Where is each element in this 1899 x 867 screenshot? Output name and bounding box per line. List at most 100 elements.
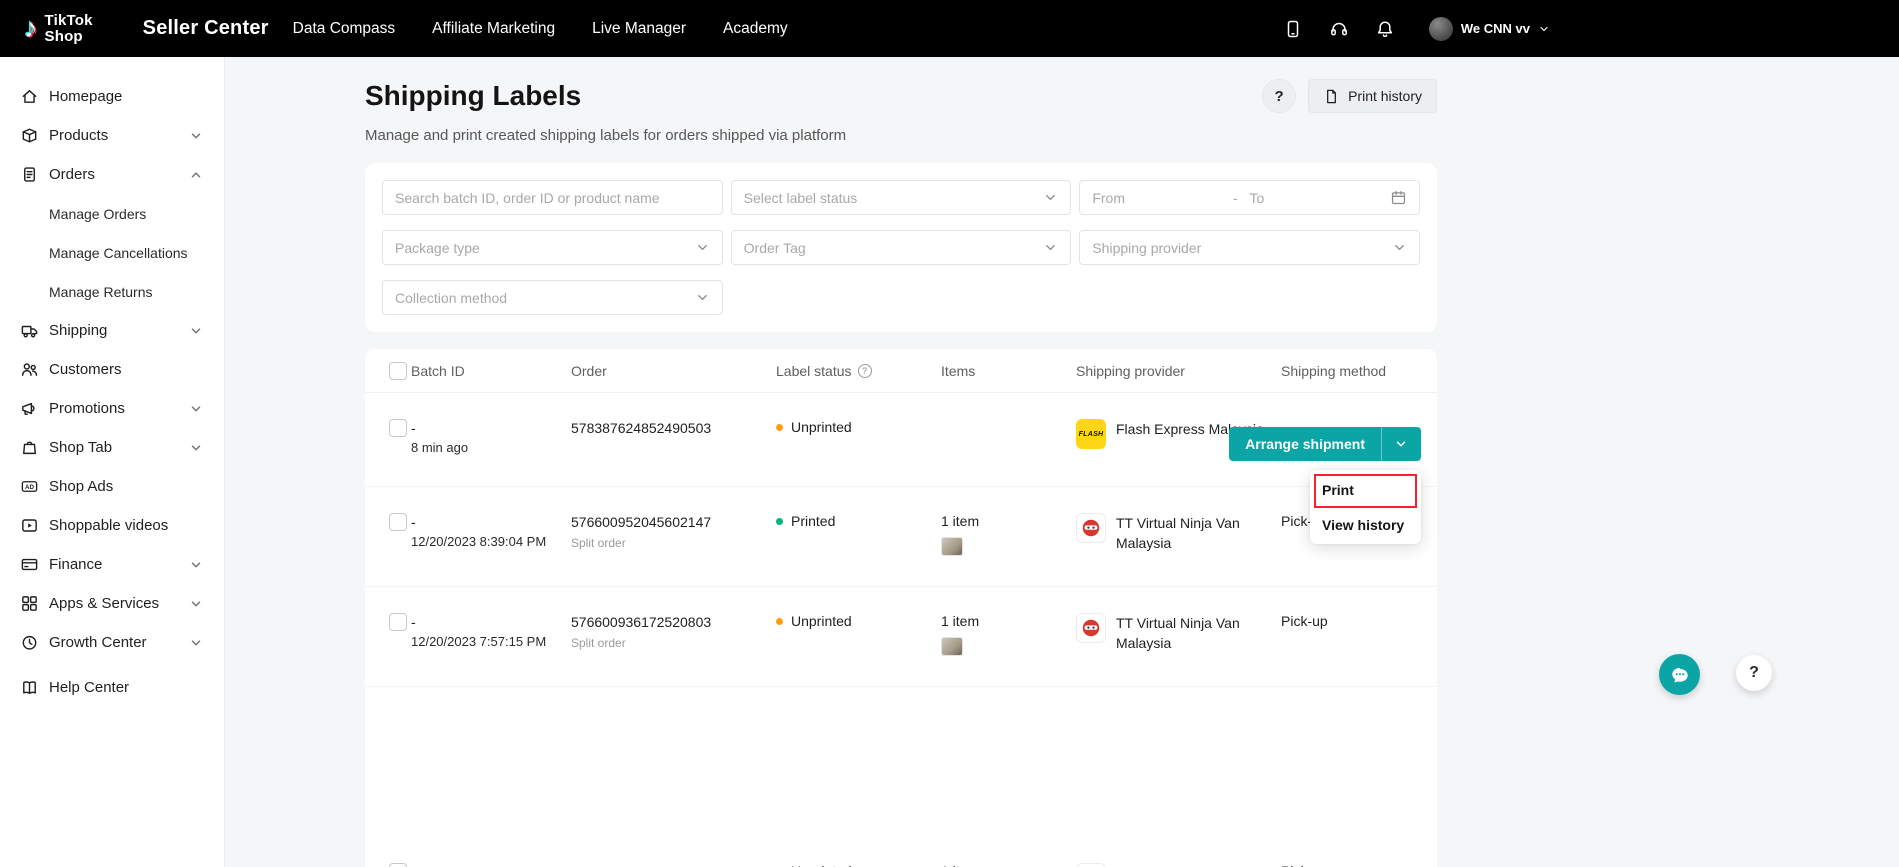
user-menu[interactable]: We CNN vv — [1429, 17, 1550, 41]
help-button[interactable]: ? — [1736, 655, 1772, 691]
product-thumbnail — [941, 637, 963, 656]
sidebar-item-shipping[interactable]: Shipping — [0, 311, 224, 350]
collection-method-placeholder: Collection method — [395, 290, 507, 306]
sidebar-item-shoppable-videos[interactable]: Shoppable videos — [0, 506, 224, 545]
package-type-select[interactable]: Package type — [382, 230, 723, 265]
menu-item-view-history[interactable]: View history — [1310, 507, 1421, 542]
batch-time: 8 min ago — [411, 439, 561, 457]
action-dropdown-menu: Print View history — [1310, 470, 1421, 544]
column-header-shipping-method: Shipping method — [1281, 363, 1413, 379]
svg-text:AD: AD — [25, 484, 34, 491]
status-text: Unprinted — [791, 419, 852, 435]
search-input[interactable] — [382, 180, 723, 215]
page-header: Shipping Labels ? Print history — [365, 79, 1437, 113]
select-all-checkbox[interactable] — [389, 362, 407, 380]
topbar-right: We CNN vv — [1283, 0, 1550, 57]
provider-name: TT Virtual Ninja Van Malaysia — [1116, 613, 1266, 653]
arrange-shipment-button[interactable]: Arrange shipment — [1229, 427, 1381, 461]
order-id: 578387624852490503 — [571, 419, 776, 437]
chevron-up-icon — [188, 167, 204, 183]
table-row-spacer — [365, 687, 1437, 837]
chevron-down-icon — [188, 557, 204, 573]
tiktok-shop-logo[interactable]: ♪ TikTok Shop — [24, 13, 93, 45]
chevron-down-icon — [188, 635, 204, 651]
shipping-labels-table: Batch ID Order Label status ? Items Ship… — [365, 349, 1437, 867]
ninja-van-logo — [1076, 613, 1106, 643]
credit-card-icon — [20, 555, 39, 574]
sidebar-item-finance[interactable]: Finance — [0, 545, 224, 584]
mobile-app-icon[interactable] — [1283, 19, 1303, 39]
notification-bell-icon[interactable] — [1375, 19, 1395, 39]
nav-item-data-compass[interactable]: Data Compass — [293, 20, 396, 38]
chevron-down-icon — [188, 323, 204, 339]
row-checkbox[interactable] — [389, 419, 407, 437]
sidebar-item-growth-center[interactable]: Growth Center — [0, 623, 224, 662]
order-cell: 578387624852490503 — [571, 419, 776, 437]
sidebar-item-customers[interactable]: Customers — [0, 350, 224, 389]
items-cell: 1 item — [941, 513, 1076, 556]
batch-time: 12/20/2023 7:57:15 PM — [411, 633, 561, 651]
sidebar-item-label: Apps & Services — [49, 595, 159, 612]
sidebar-item-shop-tab[interactable]: Shop Tab — [0, 428, 224, 467]
status-dot — [776, 518, 783, 525]
sidebar-item-apps-services[interactable]: Apps & Services — [0, 584, 224, 623]
sidebar-item-label: Shop Ads — [49, 478, 113, 495]
status-text: Printed — [791, 513, 835, 529]
sidebar-item-label: Orders — [49, 166, 95, 183]
sidebar-item-promotions[interactable]: Promotions — [0, 389, 224, 428]
status-cell: Unprinted — [776, 863, 941, 867]
sidebar-item-manage-cancellations[interactable]: Manage Cancellations — [0, 233, 224, 272]
print-history-button[interactable]: Print history — [1308, 79, 1437, 113]
sidebar-item-homepage[interactable]: Homepage — [0, 77, 224, 116]
column-header-items: Items — [941, 363, 1076, 379]
sidebar-item-label: Finance — [49, 556, 102, 573]
sidebar-item-label: Growth Center — [49, 634, 147, 651]
sidebar-item-label: Help Center — [49, 679, 129, 696]
label-status-select[interactable]: Select label status — [731, 180, 1072, 215]
product-thumbnail — [941, 537, 963, 556]
flash-logo-text: FLASH — [1079, 431, 1104, 438]
status-text: Unprinted — [791, 613, 852, 629]
provider-cell: TT Virtual Ninja Van Malaysia — [1076, 613, 1281, 653]
tiktok-shop-logo-text: TikTok Shop — [45, 13, 93, 45]
nav-item-live-manager[interactable]: Live Manager — [592, 20, 686, 38]
sidebar-item-products[interactable]: Products — [0, 116, 224, 155]
items-cell: 1 item — [941, 613, 1076, 656]
page-help-button[interactable]: ? — [1262, 79, 1296, 113]
print-history-label: Print history — [1348, 88, 1422, 104]
shipping-provider-select[interactable]: Shipping provider — [1079, 230, 1420, 265]
ad-badge-icon: AD — [20, 477, 39, 496]
sidebar-item-manage-orders[interactable]: Manage Orders — [0, 194, 224, 233]
sidebar-item-orders[interactable]: Orders — [0, 155, 224, 194]
order-tag-placeholder: Order Tag — [744, 240, 806, 256]
sidebar-item-shop-ads[interactable]: AD Shop Ads — [0, 467, 224, 506]
order-tag-select[interactable]: Order Tag — [731, 230, 1072, 265]
nav-item-academy[interactable]: Academy — [723, 20, 788, 38]
question-mark-icon: ? — [1749, 664, 1759, 682]
home-icon — [20, 87, 39, 106]
nav-item-affiliate-marketing[interactable]: Affiliate Marketing — [432, 20, 555, 38]
sidebar-item-label: Customers — [49, 361, 122, 378]
date-range-picker[interactable]: From - To — [1079, 180, 1420, 215]
menu-item-print[interactable]: Print — [1310, 472, 1421, 507]
order-id: 576600936172520803 — [571, 613, 776, 631]
column-header-label-status: Label status ? — [776, 363, 941, 379]
chat-button[interactable] — [1659, 654, 1700, 695]
truck-icon — [20, 321, 39, 340]
row-checkbox[interactable] — [389, 513, 407, 531]
batch-id: - — [411, 613, 571, 631]
growth-clock-icon — [20, 633, 39, 652]
headset-icon[interactable] — [1329, 19, 1349, 39]
label-status-help-icon[interactable]: ? — [858, 364, 872, 378]
row-checkbox[interactable] — [389, 613, 407, 631]
flash-express-logo: FLASH — [1076, 419, 1106, 449]
row-checkbox[interactable] — [389, 863, 407, 867]
batch-id: - — [411, 419, 571, 437]
sidebar-item-manage-returns[interactable]: Manage Returns — [0, 272, 224, 311]
sidebar-item-help-center[interactable]: Help Center — [0, 668, 224, 707]
seller-center-title: Seller Center — [143, 17, 269, 40]
sidebar-item-label: Products — [49, 127, 108, 144]
arrange-shipment-dropdown-toggle[interactable] — [1381, 427, 1421, 461]
avatar — [1429, 17, 1453, 41]
collection-method-select[interactable]: Collection method — [382, 280, 723, 315]
